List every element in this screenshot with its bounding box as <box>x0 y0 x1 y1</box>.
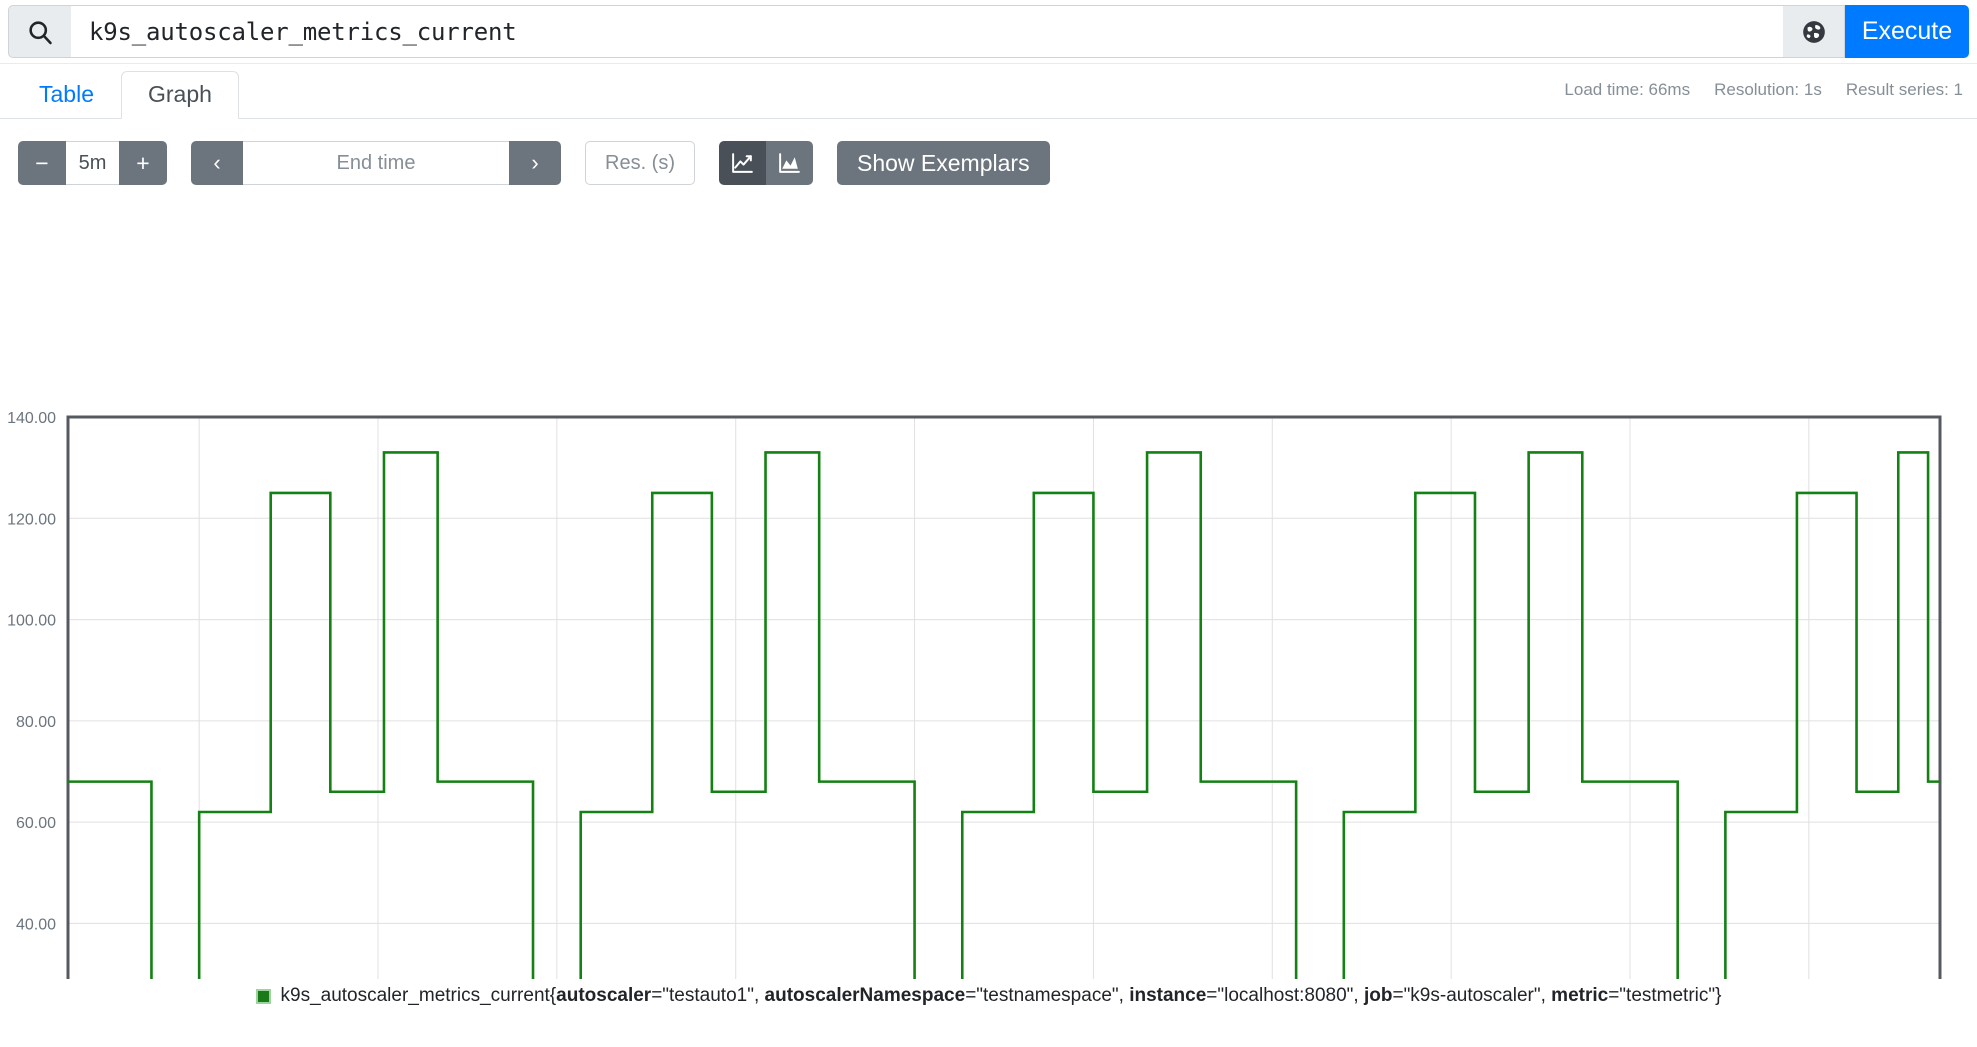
svg-text:100.00: 100.00 <box>7 613 56 630</box>
line-chart-icon[interactable] <box>719 141 766 185</box>
resolution-input[interactable] <box>585 141 695 185</box>
show-exemplars-button[interactable]: Show Exemplars <box>837 141 1050 185</box>
graph-legend: k9s_autoscaler_metrics_current{autoscale… <box>0 979 1977 1007</box>
execute-button[interactable]: Execute <box>1845 5 1969 58</box>
range-input[interactable] <box>66 141 119 185</box>
legend-series-label[interactable]: k9s_autoscaler_metrics_current{autoscale… <box>281 985 1722 1007</box>
search-icon <box>8 5 71 58</box>
range-decrease-button[interactable]: − <box>18 141 66 185</box>
load-time-stat: Load time: 66ms <box>1564 80 1691 99</box>
tab-graph[interactable]: Graph <box>120 71 239 119</box>
graph-controls-toolbar: − + ‹ › Show Exemplars <box>0 119 1977 189</box>
tab-table[interactable]: Table <box>12 71 121 119</box>
svg-text:80.00: 80.00 <box>16 714 56 731</box>
query-meta-stats: Load time: 66ms Resolution: 1s Result se… <box>1564 80 1963 100</box>
end-time-input[interactable] <box>243 141 509 185</box>
metric-graph[interactable]: 140.00120.00100.0080.0060.0040.0020.000.… <box>0 189 1977 979</box>
stacked-chart-icon[interactable] <box>766 141 813 185</box>
result-series-stat: Result series: 1 <box>1845 80 1963 99</box>
end-time-navigator: ‹ › <box>191 141 561 185</box>
svg-text:60.00: 60.00 <box>16 815 56 832</box>
legend-color-swatch <box>255 988 271 1004</box>
time-forward-button[interactable]: › <box>509 141 561 185</box>
query-input[interactable] <box>71 5 1783 58</box>
svg-text:120.00: 120.00 <box>7 511 56 528</box>
result-tabs: Table Graph Load time: 66ms Resolution: … <box>0 64 1977 119</box>
query-bar: Execute <box>0 0 1977 64</box>
chart-type-toggle <box>719 141 813 185</box>
resolution-stat: Resolution: 1s <box>1714 80 1822 99</box>
range-increase-button[interactable]: + <box>119 141 167 185</box>
range-stepper: − + <box>18 141 167 185</box>
globe-icon[interactable] <box>1783 5 1845 58</box>
svg-text:40.00: 40.00 <box>16 916 56 933</box>
svg-text:140.00: 140.00 <box>7 410 56 427</box>
time-back-button[interactable]: ‹ <box>191 141 243 185</box>
graph-panel: 140.00120.00100.0080.0060.0040.0020.000.… <box>0 189 1977 979</box>
